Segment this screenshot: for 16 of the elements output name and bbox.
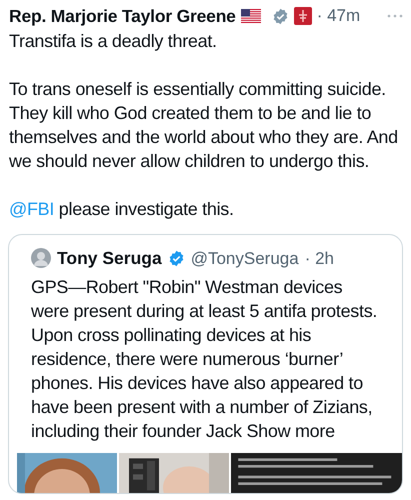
- verified-badge-icon: [168, 250, 185, 267]
- flag-icon: [240, 9, 261, 24]
- quoted-handle: @TonySeruga: [190, 248, 299, 270]
- avatar-icon: [31, 248, 51, 268]
- post-text: To trans oneself is essentially committing suicide. They kill who God created them to be and lie to themselves and the world about who they are. And we should never allow children to undergo this.: [9, 78, 399, 174]
- post-text: Transtifa is a deadly threat.: [9, 30, 218, 54]
- quoted-time: · 2h: [304, 248, 334, 270]
- author-name[interactable]: Rep. Marjorie Taylor Greene: [9, 3, 236, 30]
- post-text: @FBI please investigate this.: [9, 198, 235, 222]
- show-more-link[interactable]: Show more: [246, 420, 335, 440]
- quoted-text: GPS—Robert "Robin" Westman devices were present during at least 5 antifa protests. Upon cross pollinating devices at his residence, there were numerous ‘burner’ phones. His devices have also appeared to have been present with a number of Zizians, including their founder Jack Show more: [30, 276, 378, 442]
- post-time: · 47m: [316, 5, 360, 28]
- quoted-post-card[interactable]: [8, 234, 403, 494]
- affiliation-badge-icon: [294, 7, 312, 26]
- verified-badge-icon: [272, 8, 289, 25]
- quoted-author-name[interactable]: Tony Seruga: [57, 245, 162, 272]
